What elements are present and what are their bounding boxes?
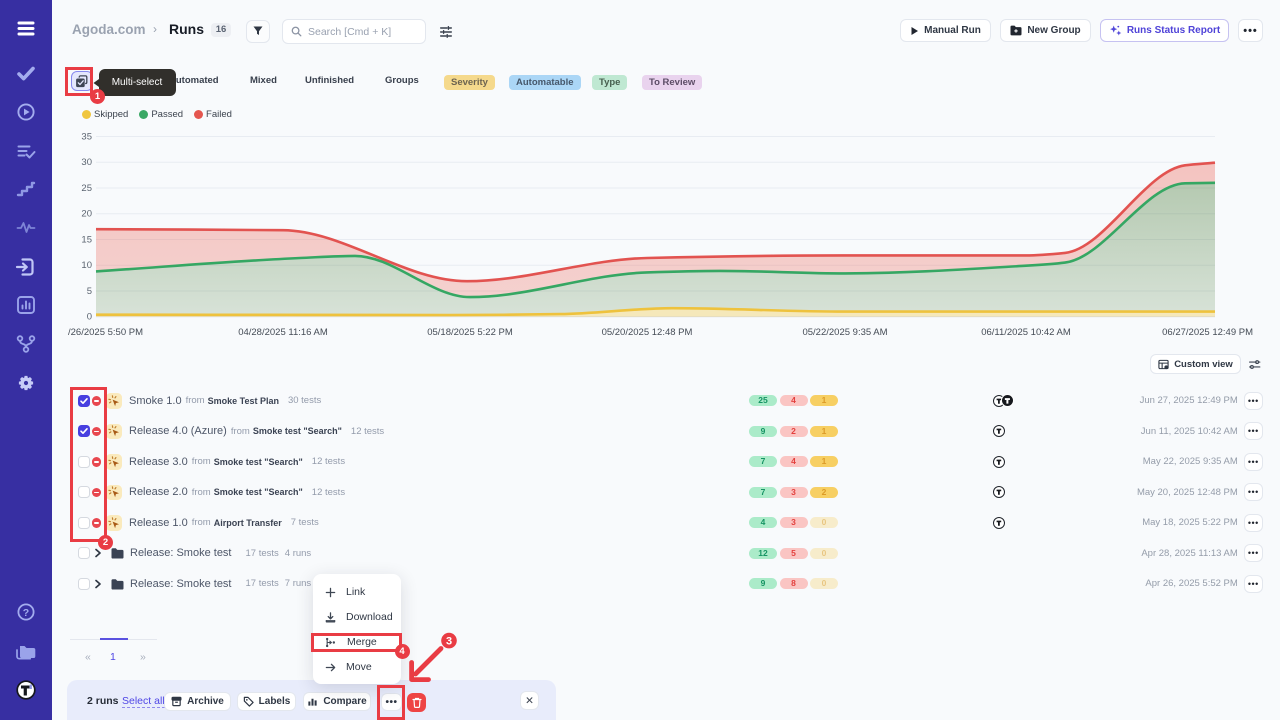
svg-text:0: 0	[87, 312, 92, 323]
svg-text:10: 10	[81, 260, 92, 271]
svg-text:35: 35	[81, 132, 92, 143]
svg-text:05/18/2025 5:22 PM: 05/18/2025 5:22 PM	[427, 327, 513, 338]
svg-text:?: ?	[23, 607, 29, 619]
svg-text:05/20/2025 12:48 PM: 05/20/2025 12:48 PM	[602, 327, 693, 338]
svg-text:30: 30	[81, 157, 92, 168]
svg-text:5: 5	[87, 286, 92, 297]
svg-text:25: 25	[81, 183, 92, 194]
svg-text:/26/2025 5:50 PM: /26/2025 5:50 PM	[68, 327, 143, 338]
svg-text:04/28/2025 11:16 AM: 04/28/2025 11:16 AM	[238, 327, 328, 338]
svg-text:20: 20	[81, 209, 92, 220]
svg-text:3: 3	[446, 636, 452, 648]
svg-text:05/22/2025 9:35 AM: 05/22/2025 9:35 AM	[802, 327, 887, 338]
svg-text:15: 15	[81, 235, 92, 246]
svg-text:06/27/2025 12:49 PM: 06/27/2025 12:49 PM	[1162, 327, 1253, 338]
svg-text:06/11/2025 10:42 AM: 06/11/2025 10:42 AM	[981, 327, 1071, 338]
